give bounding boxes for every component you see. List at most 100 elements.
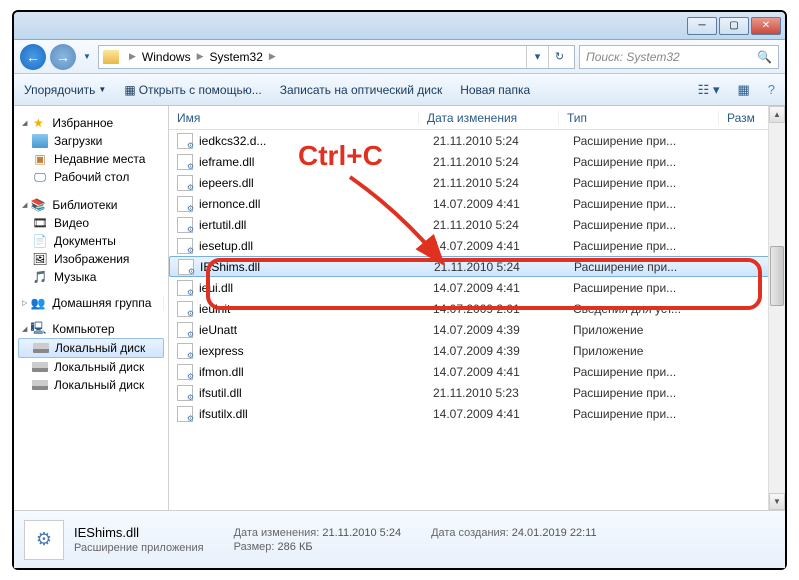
vertical-scrollbar[interactable]: ▲ ▼ [768,106,785,510]
column-type[interactable]: Тип [559,111,719,125]
details-created-value: 24.01.2019 22:11 [512,527,597,539]
sidebar-computer[interactable]: 🖳Компьютер [18,320,164,338]
file-date: 21.11.2010 5:24 [433,176,573,190]
chevron-right-icon[interactable]: ▶ [193,51,208,62]
details-modified-label: Дата изменения: [234,527,320,539]
file-row[interactable]: iepeers.dll21.11.2010 5:24Расширение при… [169,172,785,193]
view-options-button[interactable]: ☷ ▾ [698,82,720,98]
column-date[interactable]: Дата изменения [419,111,559,125]
address-dropdown[interactable]: ▾ [526,46,548,68]
column-headers: Имя Дата изменения Тип Разм [169,106,785,130]
file-icon [177,322,193,338]
sidebar-item-drive-d[interactable]: Локальный диск [18,358,164,376]
file-name: iexpress [199,344,433,358]
file-name: ieUnatt [199,323,433,337]
file-row[interactable]: iexpress14.07.2009 4:39Приложение [169,340,785,361]
file-name: ieuinit [199,302,433,316]
preview-pane-button[interactable]: ▦ [737,82,749,98]
sidebar-favorites[interactable]: ★Избранное [18,114,164,132]
explorer-window: ─ ▢ ✕ ← → ▼ ▶ Windows ▶ System32 ▶ ▾ ↻ П… [12,10,787,570]
file-type-icon: ⚙ [24,520,64,560]
open-with-button[interactable]: ▦ Открыть с помощью... [124,83,261,97]
file-row[interactable]: IEShims.dll21.11.2010 5:24Расширение при… [169,256,785,277]
file-row[interactable]: iedkcs32.d...21.11.2010 5:24Расширение п… [169,130,785,151]
sidebar-item-pictures[interactable]: 🖼Изображения [18,250,164,268]
file-date: 14.07.2009 4:41 [433,239,573,253]
file-row[interactable]: ieuinit14.07.2009 2:01Сведения для уст..… [169,298,785,319]
file-type: Расширение при... [573,239,733,253]
file-type: Расширение при... [573,407,733,421]
chevron-right-icon[interactable]: ▶ [125,51,140,62]
close-button[interactable]: ✕ [751,17,781,35]
details-size-value: 286 КБ [278,541,313,553]
file-icon [177,343,193,359]
homegroup-icon: 👥 [30,296,46,310]
file-icon [177,196,193,212]
file-row[interactable]: ifsutilx.dll14.07.2009 4:41Расширение пр… [169,403,785,424]
file-date: 14.07.2009 4:39 [433,323,573,337]
new-folder-button[interactable]: Новая папка [460,83,530,97]
file-row[interactable]: ieui.dll14.07.2009 4:41Расширение при... [169,277,785,298]
file-row[interactable]: iesetup.dll14.07.2009 4:41Расширение при… [169,235,785,256]
file-name: iernonce.dll [199,197,433,211]
file-row[interactable]: iertutil.dll21.11.2010 5:24Расширение пр… [169,214,785,235]
breadcrumb-system32[interactable]: System32 [208,50,265,64]
sidebar-item-videos[interactable]: 🎞Видео [18,214,164,232]
file-type: Расширение при... [573,197,733,211]
minimize-button[interactable]: ─ [687,17,717,35]
command-bar: Упорядочить ▼ ▦ Открыть с помощью... Зап… [14,74,785,106]
folder-icon [32,134,48,148]
sidebar-item-drive-c[interactable]: Локальный диск [18,338,164,358]
maximize-button[interactable]: ▢ [719,17,749,35]
file-row[interactable]: ieframe.dll21.11.2010 5:24Расширение при… [169,151,785,172]
file-icon [178,259,194,275]
organize-menu[interactable]: Упорядочить ▼ [24,83,106,97]
address-bar[interactable]: ▶ Windows ▶ System32 ▶ ▾ ↻ [98,45,575,69]
search-placeholder: Поиск: System32 [586,50,680,64]
documents-icon: 📄 [32,234,48,248]
file-row[interactable]: ifsutil.dll21.11.2010 5:23Расширение при… [169,382,785,403]
history-dropdown[interactable]: ▼ [80,52,94,61]
file-row[interactable]: ieUnatt14.07.2009 4:39Приложение [169,319,785,340]
desktop-icon: 🖵 [32,170,48,184]
drive-icon [32,362,48,372]
file-name: iertutil.dll [199,218,433,232]
search-input[interactable]: Поиск: System32 🔍 [579,45,779,69]
sidebar-item-downloads[interactable]: Загрузки [18,132,164,150]
details-filetype: Расширение приложения [74,542,204,554]
chevron-right-icon[interactable]: ▶ [265,51,280,62]
sidebar-libraries[interactable]: 📚Библиотеки [18,196,164,214]
help-button[interactable]: ? [768,82,775,97]
file-date: 14.07.2009 4:41 [433,407,573,421]
back-button[interactable]: ← [20,44,46,70]
burn-button[interactable]: Записать на оптический диск [280,83,443,97]
details-pane: ⚙ IEShims.dll Расширение приложения Дата… [14,510,785,568]
sidebar-item-music[interactable]: 🎵Музыка [18,268,164,286]
sidebar-item-drive-e[interactable]: Локальный диск [18,376,164,394]
sidebar-homegroup[interactable]: 👥Домашняя группа [18,296,164,310]
file-name: ieframe.dll [199,155,433,169]
file-row[interactable]: ifmon.dll14.07.2009 4:41Расширение при..… [169,361,785,382]
nav-bar: ← → ▼ ▶ Windows ▶ System32 ▶ ▾ ↻ Поиск: … [14,40,785,74]
libraries-icon: 📚 [30,198,46,212]
scroll-thumb[interactable] [770,246,784,306]
file-type: Расширение при... [573,281,733,295]
file-type: Расширение при... [573,218,733,232]
scroll-down-button[interactable]: ▼ [769,493,785,510]
content-area: ★Избранное Загрузки ▣Недавние места 🖵Раб… [14,106,785,510]
video-icon: 🎞 [32,216,48,230]
file-icon [177,406,193,422]
scroll-up-button[interactable]: ▲ [769,106,785,123]
file-list-pane: Имя Дата изменения Тип Разм iedkcs32.d..… [169,106,785,510]
sidebar-item-documents[interactable]: 📄Документы [18,232,164,250]
breadcrumb-windows[interactable]: Windows [140,50,193,64]
file-row[interactable]: iernonce.dll14.07.2009 4:41Расширение пр… [169,193,785,214]
sidebar-item-desktop[interactable]: 🖵Рабочий стол [18,168,164,186]
column-name[interactable]: Имя [169,111,419,125]
file-icon [177,385,193,401]
file-icon [177,364,193,380]
file-name: ieui.dll [199,281,433,295]
forward-button[interactable]: → [50,44,76,70]
sidebar-item-recent[interactable]: ▣Недавние места [18,150,164,168]
refresh-button[interactable]: ↻ [548,46,570,68]
